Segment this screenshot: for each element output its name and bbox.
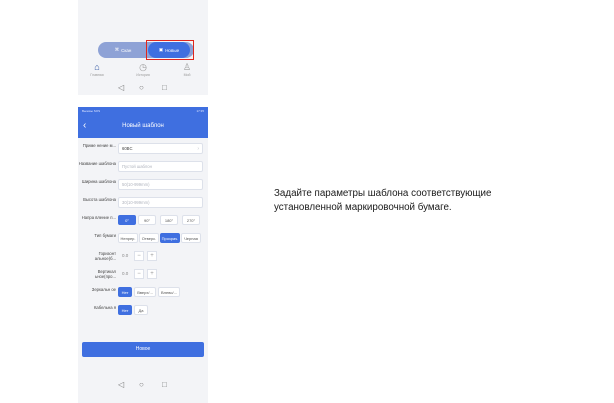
width-input[interactable]: 50(10-999mm) <box>118 179 203 190</box>
nav-recent-icon[interactable]: □ <box>162 82 167 94</box>
system-nav-bar: ◁ ○ □ <box>78 82 208 94</box>
status-carrier: Вызовы SOS <box>82 109 101 113</box>
mirror-label: Зеркальн ое <box>91 287 116 292</box>
direction-label: Напра вление п... <box>81 215 116 220</box>
height-input[interactable]: 30(10-999mm) <box>118 197 203 208</box>
direction-option-90[interactable]: 90° <box>138 215 156 225</box>
instruction-text: Задайте параметры шаблона соответствующи… <box>274 187 614 215</box>
chevron-right-icon: › <box>197 146 199 152</box>
paper-type-holes[interactable]: Отверс. <box>139 233 159 243</box>
mirror-option-horizontal[interactable]: Влево/... <box>158 287 180 297</box>
direction-option-0[interactable]: 0° <box>118 215 136 225</box>
mirror-option-vertical[interactable]: Вверх/... <box>134 287 156 297</box>
template-name-input[interactable]: Пустой шаблон <box>118 161 203 172</box>
tab-me[interactable]: ♙ Мой <box>174 62 200 77</box>
phone-screenshot-new-template: Вызовы SOS 17:35 ‹ Новый шаблон Приме не… <box>78 107 208 403</box>
page-title: Новый шаблон <box>122 123 164 129</box>
status-time: 17:35 <box>196 109 204 113</box>
direction-option-180[interactable]: 180° <box>160 215 178 225</box>
vertical-minus-button[interactable]: − <box>134 269 144 279</box>
nav-recent-icon[interactable]: □ <box>162 379 167 391</box>
create-new-button[interactable]: Новое <box>82 342 204 357</box>
instruction-line-2: установленной маркировочной бумаге. <box>274 202 452 213</box>
row-direction: Напра вление п... 0° 90° 180° 270° <box>78 214 208 232</box>
scan-icon: ⌘ <box>114 47 120 52</box>
row-height: Высота шаблона 30(10-999mm) <box>78 196 208 214</box>
row-width: Ширина шаблона 50(10-999mm) <box>78 178 208 196</box>
application-value: 60BC <box>122 146 133 151</box>
user-icon: ♙ <box>182 62 192 72</box>
vertical-offset-label: Вертикал ьное(про... <box>95 269 116 279</box>
direction-option-270[interactable]: 270° <box>182 215 200 225</box>
paper-type-black[interactable]: Черная <box>181 233 201 243</box>
template-name-label: Название шаблона <box>78 161 116 166</box>
bottom-tab-bar: ⌂ Главная ◷ История ♙ Мой <box>78 62 208 84</box>
application-select[interactable]: 60BC › <box>118 143 203 154</box>
phone-screenshot-top: ⌘ Скан ▣ Новые ⌂ Главная ◷ История ♙ Мой… <box>78 0 208 95</box>
clock-icon: ◷ <box>139 62 147 72</box>
instruction-line-1: Задайте параметры шаблона соответствующи… <box>274 188 492 199</box>
home-icon: ⌂ <box>94 62 100 72</box>
height-label: Высота шаблона <box>83 197 116 202</box>
mirror-option-none[interactable]: Нет <box>118 287 132 297</box>
row-horizontal-offset: Горизонт альное(б... 0.0 − + <box>78 250 208 268</box>
vertical-offset-value[interactable]: 0.0 <box>122 269 128 279</box>
horizontal-minus-button[interactable]: − <box>134 251 144 261</box>
row-cable: Кабельна я Нет Да <box>78 304 208 322</box>
nav-back-icon[interactable]: ◁ <box>118 82 124 94</box>
application-label: Приме нение м... <box>82 143 116 148</box>
app-header: ‹ Новый шаблон <box>78 116 208 138</box>
nav-home-icon[interactable]: ○ <box>139 379 144 391</box>
paper-type-transparent[interactable]: Прозрач. <box>160 233 180 243</box>
row-template-name: Название шаблона Пустой шаблон <box>78 160 208 178</box>
vertical-plus-button[interactable]: + <box>147 269 157 279</box>
cable-option-no[interactable]: Нет <box>118 305 132 315</box>
scan-segment-button[interactable]: ⌘ Скан <box>102 42 144 58</box>
tab-history-label: История <box>136 73 150 77</box>
scan-segment-label: Скан <box>121 47 132 53</box>
system-nav-bar-bottom: ◁ ○ □ <box>78 379 208 393</box>
width-label: Ширина шаблона <box>81 179 116 184</box>
horizontal-plus-button[interactable]: + <box>147 251 157 261</box>
row-application: Приме нение м... 60BC › <box>78 142 208 160</box>
row-mirror: Зеркальн ое Нет Вверх/... Влево/... <box>78 286 208 304</box>
cable-label: Кабельна я <box>93 305 116 310</box>
tab-me-label: Мой <box>183 73 191 77</box>
cable-option-yes[interactable]: Да <box>134 305 148 315</box>
status-bar: Вызовы SOS 17:35 <box>78 107 208 116</box>
horizontal-offset-value[interactable]: 0.0 <box>122 251 128 261</box>
tab-home-label: Главная <box>90 73 104 77</box>
row-paper-type: Тип бумаги Непрер. Отверс. Прозрач. Черн… <box>78 232 208 250</box>
tab-history[interactable]: ◷ История <box>130 62 156 77</box>
paper-type-continuous[interactable]: Непрер. <box>118 233 138 243</box>
horizontal-offset-label: Горизонт альное(б... <box>94 251 116 261</box>
tab-home[interactable]: ⌂ Главная <box>84 62 110 77</box>
nav-back-icon[interactable]: ◁ <box>118 379 124 391</box>
row-vertical-offset: Вертикал ьное(про... 0.0 − + <box>78 268 208 286</box>
paper-type-label: Тип бумаги <box>94 233 116 238</box>
highlight-frame <box>146 40 194 60</box>
nav-home-icon[interactable]: ○ <box>139 82 144 94</box>
